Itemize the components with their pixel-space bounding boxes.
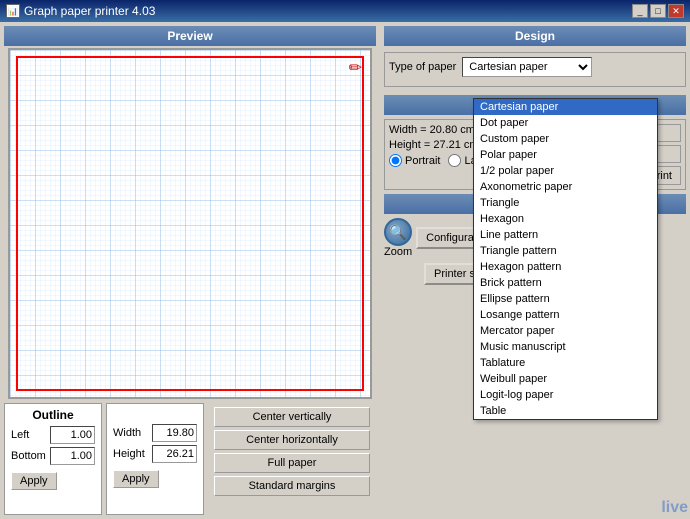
dropdown-item-music[interactable]: Music manuscript bbox=[474, 339, 657, 355]
dropdown-item-hexagon[interactable]: Hexagon bbox=[474, 211, 657, 227]
dropdown-item-custom[interactable]: Custom paper bbox=[474, 131, 657, 147]
right-panel: Design Type of paper Cartesian paper Dot… bbox=[380, 22, 690, 519]
title-bar: 📊 Graph paper printer 4.03 _ □ ✕ bbox=[0, 0, 690, 22]
landscape-radio[interactable] bbox=[448, 154, 461, 167]
action-buttons: Center vertically Center horizontally Fu… bbox=[208, 403, 376, 515]
dropdown-item-ellipsepattern[interactable]: Ellipse pattern bbox=[474, 291, 657, 307]
height-input[interactable] bbox=[152, 445, 197, 463]
left-label: Left bbox=[11, 429, 46, 441]
dropdown-item-halfpolar[interactable]: 1/2 polar paper bbox=[474, 163, 657, 179]
outline-box: Outline Left Bottom Apply bbox=[4, 403, 102, 515]
left-input[interactable] bbox=[50, 426, 95, 444]
dropdown-item-mercator[interactable]: Mercator paper bbox=[474, 323, 657, 339]
dropdown-item-weibull[interactable]: Weibull paper bbox=[474, 371, 657, 387]
dropdown-item-axonometric[interactable]: Axonometric paper bbox=[474, 179, 657, 195]
window-controls: _ □ ✕ bbox=[632, 4, 684, 18]
dropdown-item-table[interactable]: Table bbox=[474, 403, 657, 419]
standard-margins-button[interactable]: Standard margins bbox=[214, 476, 370, 496]
dropdown-item-triangle[interactable]: Triangle bbox=[474, 195, 657, 211]
portrait-radio[interactable] bbox=[389, 154, 402, 167]
maximize-button[interactable]: □ bbox=[650, 4, 666, 18]
dropdown-item-tablature[interactable]: Tablature bbox=[474, 355, 657, 371]
dropdown-item-logitlog[interactable]: Logit-log paper bbox=[474, 387, 657, 403]
zoom-label: Zoom bbox=[384, 246, 412, 258]
size-box: Width Height Apply bbox=[106, 403, 204, 515]
dropdown-item-trianglepattern[interactable]: Triangle pattern bbox=[474, 243, 657, 259]
preview-header: Preview bbox=[4, 26, 376, 46]
outline-title: Outline bbox=[11, 408, 95, 422]
width-input[interactable] bbox=[152, 424, 197, 442]
minimize-button[interactable]: _ bbox=[632, 4, 648, 18]
outline-apply-button[interactable]: Apply bbox=[11, 472, 57, 490]
dropdown-item-dot[interactable]: Dot paper bbox=[474, 115, 657, 131]
full-paper-button[interactable]: Full paper bbox=[214, 453, 370, 473]
app-icon: 📊 bbox=[6, 4, 20, 18]
zoom-icon: 🔍 bbox=[384, 218, 412, 246]
dropdown-item-hexagonpattern[interactable]: Hexagon pattern bbox=[474, 259, 657, 275]
size-apply-button[interactable]: Apply bbox=[113, 470, 159, 488]
bottom-input[interactable] bbox=[50, 447, 95, 465]
design-header: Design bbox=[384, 26, 686, 46]
width-label: Width bbox=[113, 427, 148, 439]
close-button[interactable]: ✕ bbox=[668, 4, 684, 18]
height-label: Height bbox=[113, 448, 148, 460]
dropdown-item-cartesian[interactable]: Cartesian paper bbox=[474, 99, 657, 115]
watermark: live bbox=[661, 499, 688, 517]
dropdown-item-polar[interactable]: Polar paper bbox=[474, 147, 657, 163]
center-horizontally-button[interactable]: Center horizontally bbox=[214, 430, 370, 450]
center-vertically-button[interactable]: Center vertically bbox=[214, 407, 370, 427]
left-panel: Preview ✏ bbox=[0, 22, 380, 519]
type-of-paper-label: Type of paper bbox=[389, 61, 456, 73]
dropdown-menu: Cartesian paper Dot paper Custom paper P… bbox=[473, 98, 658, 420]
preview-area: ✏ bbox=[8, 48, 372, 399]
pencil-icon: ✏ bbox=[349, 58, 362, 78]
dropdown-item-brickpattern[interactable]: Brick pattern bbox=[474, 275, 657, 291]
dropdown-item-losangepattern[interactable]: Losange pattern bbox=[474, 307, 657, 323]
portrait-radio-label[interactable]: Portrait bbox=[389, 154, 440, 167]
dropdown-item-linepattern[interactable]: Line pattern bbox=[474, 227, 657, 243]
bottom-label: Bottom bbox=[11, 450, 46, 462]
app-title: Graph paper printer 4.03 bbox=[24, 4, 155, 18]
paper-type-dropdown[interactable]: Cartesian paper Dot paper Custom paper P… bbox=[462, 57, 592, 77]
zoom-area: 🔍 Zoom bbox=[384, 218, 412, 258]
